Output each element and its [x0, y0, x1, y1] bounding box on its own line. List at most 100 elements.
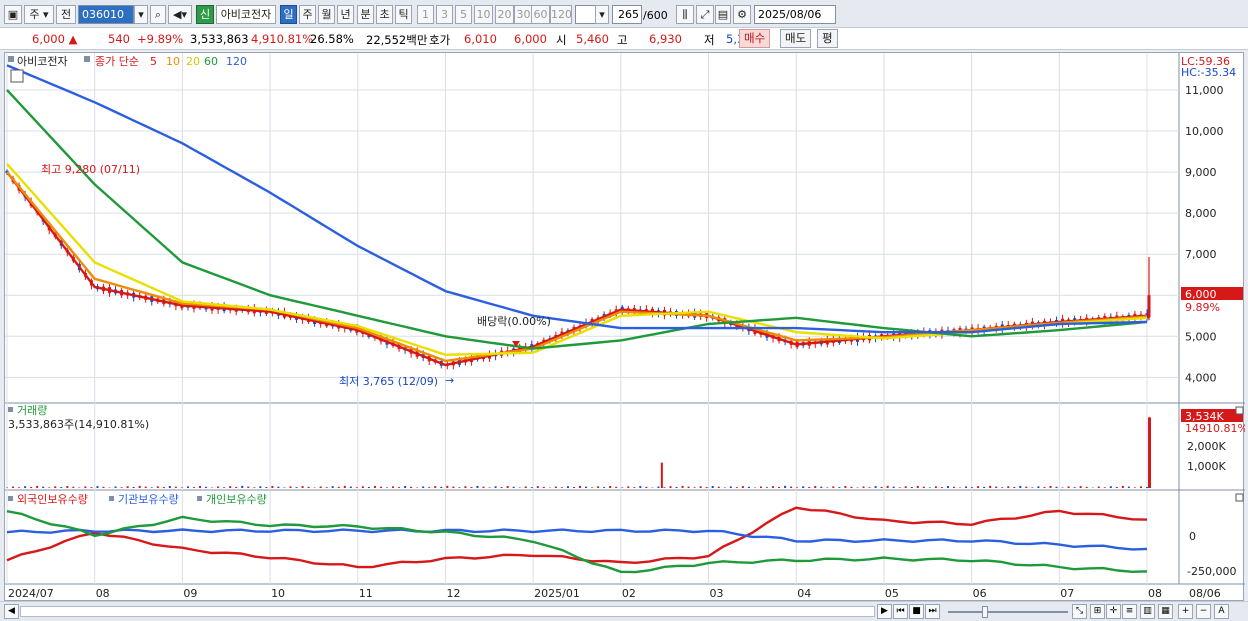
volume-bar [96, 486, 99, 488]
holdings-legend-marker [8, 496, 13, 501]
volume-bar [850, 486, 853, 488]
date-tick-label: 03 [710, 587, 724, 600]
holdings-tick-neg: -250,000 [1187, 565, 1236, 578]
interval-20[interactable]: 20 [495, 5, 514, 24]
last-candle-body [1147, 295, 1151, 318]
sell-button[interactable]: 매도 [780, 29, 812, 48]
date-tick-label: 09 [183, 587, 197, 600]
interval-10[interactable]: 10 [474, 5, 493, 24]
eval-button[interactable]: 평 [817, 29, 838, 48]
volume-bar [735, 487, 738, 488]
volume-tick-2000k: 2,000K [1187, 440, 1226, 453]
volume-bar [585, 486, 588, 488]
gear-icon[interactable]: ⚙ [733, 5, 751, 24]
crosshair-icon[interactable]: ✛ [1106, 604, 1121, 619]
window-icon[interactable]: ▣ [4, 5, 22, 24]
volume-bar [705, 487, 708, 488]
volume-bar [440, 486, 443, 488]
interval-60[interactable]: 60 [531, 5, 550, 24]
calendar-icon[interactable] [10, 69, 24, 83]
scroll-left-button[interactable]: ◀ [4, 604, 19, 619]
low-label: 저 [704, 33, 715, 47]
save-icon[interactable]: ▤ [715, 5, 731, 24]
zoom-out-button[interactable]: − [1196, 604, 1211, 619]
volume-bar [72, 486, 75, 488]
date-tick-label: 08 [1148, 587, 1162, 600]
volume-bar [796, 487, 799, 488]
line-tool-icon[interactable]: ⤢ [696, 5, 714, 24]
volume-bar [428, 487, 431, 488]
interval-120[interactable]: 120 [550, 5, 572, 24]
volume-bar [319, 486, 322, 488]
buy-button[interactable]: 매수 [739, 29, 771, 48]
volume-bar [747, 486, 750, 488]
legend-individual-holdings: 개인보유수량 [206, 493, 267, 506]
volume-bar [952, 486, 955, 488]
legend-marker-ma [84, 56, 90, 62]
volume-bar [566, 486, 569, 488]
horizontal-scrollbar[interactable] [20, 606, 875, 617]
volume-bar [199, 486, 202, 488]
volume-bar [983, 486, 986, 488]
interval-dropdown-icon[interactable]: ▾ [595, 5, 609, 24]
ask-value: 6,010 [464, 32, 497, 46]
list-icon[interactable]: ≡ [1122, 604, 1137, 619]
volume-bar [934, 486, 937, 488]
period-week[interactable]: 주 [299, 5, 316, 24]
chart-type-icon[interactable]: ▥ [1140, 604, 1155, 619]
hc-value: HC:-35.34 [1181, 66, 1236, 79]
interval-5[interactable]: 5 [455, 5, 472, 24]
new-button[interactable]: 신 [196, 5, 214, 24]
open-label: 시 [556, 33, 567, 47]
candle-icon[interactable]: ⫼ [676, 5, 694, 24]
date-tick-label: 06 [973, 587, 987, 600]
scroll-right-button[interactable]: ▶ [877, 604, 892, 619]
zoom-slider-track[interactable] [948, 611, 1068, 613]
stock-code-input[interactable]: 036010 [78, 5, 134, 24]
volume-bar [965, 486, 968, 488]
date-tick-label: 10 [271, 587, 285, 600]
table-icon[interactable]: ▦ [1158, 604, 1173, 619]
interval-3[interactable]: 3 [436, 5, 453, 24]
period-day[interactable]: 일 [280, 5, 297, 24]
volume-spike-bar [660, 462, 663, 488]
rewind-button[interactable]: ⏮ [893, 604, 908, 619]
volume-bar [120, 487, 123, 488]
date-input[interactable]: 2025/08/06 [754, 5, 836, 24]
zoom-in-button[interactable]: + [1178, 604, 1193, 619]
period-tick[interactable]: 틱 [395, 5, 412, 24]
volume-bar [663, 487, 666, 488]
period-month[interactable]: 월 [318, 5, 335, 24]
font-size-button[interactable]: A [1214, 604, 1229, 619]
volume-bar [898, 487, 901, 488]
chart-panel[interactable]: 11,000 10,000 9,000 8,000 7,000 6,000 5,000 4,0… [4, 52, 1248, 602]
legend-ma-10: 10 [166, 55, 180, 68]
legend-ma-label: 종가 단순 [95, 55, 139, 68]
volume-bar [633, 487, 636, 488]
speaker-icon[interactable]: ◀▾ [168, 5, 192, 24]
holdings-pane-close-icon[interactable] [1235, 493, 1244, 502]
volume-bar [808, 487, 811, 488]
bar-count-input[interactable]: 265 [612, 5, 642, 24]
fit-icon[interactable]: ⤡ [1072, 604, 1087, 619]
forward-button[interactable]: ⏭ [925, 604, 940, 619]
grid-icon[interactable]: ⊞ [1090, 604, 1105, 619]
stop-button[interactable]: ■ [909, 604, 924, 619]
code-dropdown-icon[interactable]: ▾ [134, 5, 148, 24]
volume-pane-close-icon[interactable] [1235, 406, 1244, 415]
high-annotation: 최고 9,280 (07/11) [41, 163, 140, 176]
zoom-slider-handle[interactable] [982, 606, 988, 618]
interval-1[interactable]: 1 [417, 5, 434, 24]
search-icon[interactable]: ⌕ [150, 5, 166, 24]
volume-bar [645, 486, 648, 488]
period-year[interactable]: 년 [337, 5, 354, 24]
price-chart-svg[interactable]: 11,000 10,000 9,000 8,000 7,000 6,000 5,000 4,0… [5, 53, 1248, 602]
volume-bar [422, 486, 425, 488]
period-minute[interactable]: 분 [357, 5, 374, 24]
volume-bar [820, 486, 823, 488]
market-type-button[interactable]: 전 [56, 5, 76, 24]
volume-bar [1055, 486, 1058, 488]
period-second[interactable]: 초 [376, 5, 393, 24]
market-select[interactable]: 주 ▾ [24, 5, 54, 24]
date-tick-label: 2025/01 [534, 587, 580, 600]
